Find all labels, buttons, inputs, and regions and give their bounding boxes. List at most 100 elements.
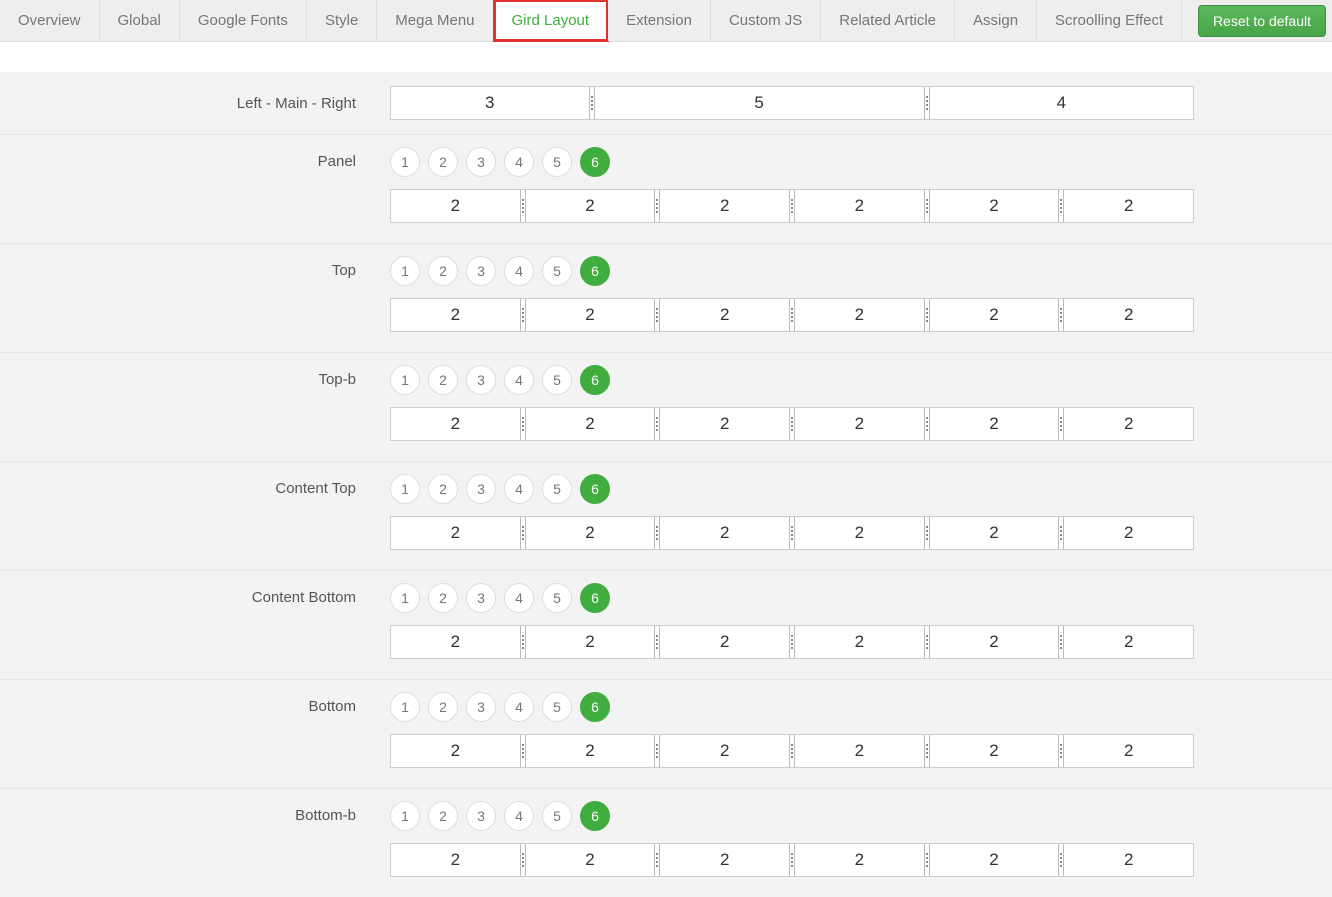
reset-button[interactable]: Reset to default (1198, 5, 1326, 37)
grid-cell: 2 (526, 844, 655, 876)
row-content: 123456222222 (378, 244, 1332, 352)
row-content: 123456222222 (378, 462, 1332, 570)
grid-cell: 2 (660, 408, 789, 440)
grid-cell: 2 (391, 844, 520, 876)
grid-cell: 2 (795, 735, 924, 767)
tab-global[interactable]: Global (100, 0, 180, 41)
column-count-selector: 123456 (390, 474, 1310, 504)
count-pill-4[interactable]: 4 (504, 692, 534, 722)
grid-cell: 2 (930, 299, 1059, 331)
grid-cell: 2 (526, 517, 655, 549)
grid-cell: 2 (391, 626, 520, 658)
grid-cell: 2 (1064, 844, 1193, 876)
count-pill-3[interactable]: 3 (466, 692, 496, 722)
count-pill-5[interactable]: 5 (542, 692, 572, 722)
count-pill-6[interactable]: 6 (580, 692, 610, 722)
grid-bar: 222222 (390, 843, 1194, 877)
grid-cell: 2 (526, 626, 655, 658)
grid-cell: 2 (1064, 517, 1193, 549)
grid-cell: 2 (660, 735, 789, 767)
count-pill-1[interactable]: 1 (390, 583, 420, 613)
column-count-selector: 123456 (390, 801, 1310, 831)
grid-cell: 2 (795, 626, 924, 658)
count-pill-5[interactable]: 5 (542, 801, 572, 831)
row-content: 123456222222 (378, 789, 1332, 897)
grid-bar: 354 (390, 86, 1194, 120)
count-pill-4[interactable]: 4 (504, 365, 534, 395)
count-pill-3[interactable]: 3 (466, 256, 496, 286)
count-pill-4[interactable]: 4 (504, 474, 534, 504)
count-pill-1[interactable]: 1 (390, 474, 420, 504)
tab-mega-menu[interactable]: Mega Menu (377, 0, 493, 41)
tab-extension[interactable]: Extension (608, 0, 711, 41)
tab-overview[interactable]: Overview (0, 0, 100, 41)
count-pill-2[interactable]: 2 (428, 801, 458, 831)
grid-cell: 2 (1064, 735, 1193, 767)
count-pill-5[interactable]: 5 (542, 256, 572, 286)
count-pill-2[interactable]: 2 (428, 474, 458, 504)
count-pill-2[interactable]: 2 (428, 583, 458, 613)
count-pill-1[interactable]: 1 (390, 147, 420, 177)
grid-cell: 2 (930, 844, 1059, 876)
row-content: 354 (378, 72, 1332, 134)
count-pill-6[interactable]: 6 (580, 801, 610, 831)
count-pill-3[interactable]: 3 (466, 474, 496, 504)
row-label: Left - Main - Right (0, 72, 378, 134)
count-pill-4[interactable]: 4 (504, 801, 534, 831)
grid-cell: 2 (930, 735, 1059, 767)
count-pill-2[interactable]: 2 (428, 692, 458, 722)
column-count-selector: 123456 (390, 692, 1310, 722)
count-pill-6[interactable]: 6 (580, 147, 610, 177)
tab-assign[interactable]: Assign (955, 0, 1037, 41)
count-pill-3[interactable]: 3 (466, 583, 496, 613)
count-pill-6[interactable]: 6 (580, 365, 610, 395)
row-label: Bottom (0, 680, 378, 788)
count-pill-1[interactable]: 1 (390, 256, 420, 286)
grid-layout-panel: Left - Main - Right354Panel123456222222T… (0, 42, 1332, 897)
tab-gird-layout[interactable]: Gird Layout (494, 0, 609, 41)
count-pill-3[interactable]: 3 (466, 365, 496, 395)
tab-style[interactable]: Style (307, 0, 377, 41)
count-pill-3[interactable]: 3 (466, 801, 496, 831)
count-pill-1[interactable]: 1 (390, 801, 420, 831)
grid-cell: 2 (391, 517, 520, 549)
column-count-selector: 123456 (390, 365, 1310, 395)
grid-cell: 3 (391, 87, 589, 119)
grid-cell: 2 (526, 299, 655, 331)
count-pill-5[interactable]: 5 (542, 474, 572, 504)
tab-related-article[interactable]: Related Article (821, 0, 955, 41)
grid-bar: 222222 (390, 189, 1194, 223)
count-pill-2[interactable]: 2 (428, 256, 458, 286)
count-pill-1[interactable]: 1 (390, 692, 420, 722)
grid-bar: 222222 (390, 516, 1194, 550)
row-bottom-b: Bottom-b123456222222 (0, 788, 1332, 897)
grid-cell: 2 (660, 190, 789, 222)
grid-cell: 2 (526, 190, 655, 222)
grid-cell: 2 (795, 190, 924, 222)
count-pill-6[interactable]: 6 (580, 256, 610, 286)
grid-cell: 2 (930, 626, 1059, 658)
grid-cell: 2 (795, 299, 924, 331)
grid-cell: 2 (391, 408, 520, 440)
tab-custom-js[interactable]: Custom JS (711, 0, 821, 41)
column-count-selector: 123456 (390, 583, 1310, 613)
count-pill-5[interactable]: 5 (542, 147, 572, 177)
count-pill-2[interactable]: 2 (428, 147, 458, 177)
grid-cell: 2 (795, 408, 924, 440)
count-pill-1[interactable]: 1 (390, 365, 420, 395)
count-pill-6[interactable]: 6 (580, 474, 610, 504)
count-pill-4[interactable]: 4 (504, 147, 534, 177)
count-pill-5[interactable]: 5 (542, 583, 572, 613)
count-pill-2[interactable]: 2 (428, 365, 458, 395)
grid-cell: 2 (1064, 408, 1193, 440)
count-pill-5[interactable]: 5 (542, 365, 572, 395)
row-label: Content Bottom (0, 571, 378, 679)
grid-cell: 2 (795, 517, 924, 549)
tab-scroolling-effect[interactable]: Scroolling Effect (1037, 0, 1182, 41)
count-pill-4[interactable]: 4 (504, 583, 534, 613)
count-pill-4[interactable]: 4 (504, 256, 534, 286)
tab-google-fonts[interactable]: Google Fonts (180, 0, 307, 41)
count-pill-3[interactable]: 3 (466, 147, 496, 177)
count-pill-6[interactable]: 6 (580, 583, 610, 613)
row-content: 123456222222 (378, 353, 1332, 461)
